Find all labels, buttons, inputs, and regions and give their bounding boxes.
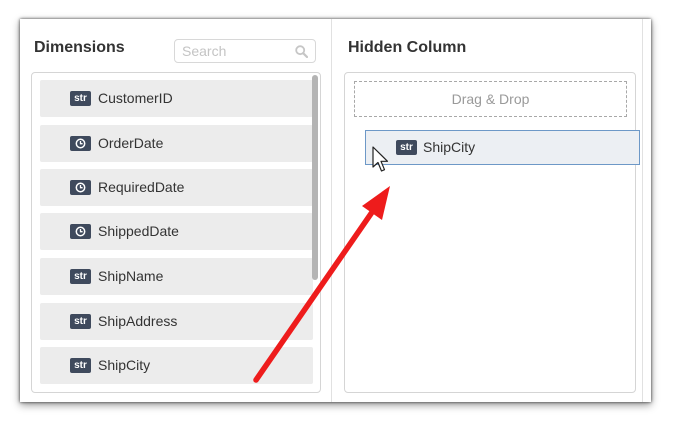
dragged-item-shipcity[interactable]: str ShipCity	[365, 130, 640, 165]
dimension-item-label: ShipCity	[98, 357, 151, 373]
designer-panel: Dimensions str CustomerID OrderDate Requ…	[20, 19, 651, 402]
dimension-item-shipaddress[interactable]: str ShipAddress	[40, 303, 313, 340]
dimension-item-label: ShipName	[98, 268, 164, 284]
dimension-item-shippeddate[interactable]: ShippedDate	[40, 213, 313, 250]
dimension-item-label: ShipAddress	[98, 313, 178, 329]
dimension-item-orderdate[interactable]: OrderDate	[40, 125, 313, 162]
drop-zone[interactable]: Drag & Drop	[354, 81, 627, 117]
string-type-icon: str	[70, 91, 91, 106]
dimension-item-shipname[interactable]: str ShipName	[40, 258, 313, 295]
clock-icon	[70, 136, 91, 151]
string-type-icon: str	[396, 140, 417, 155]
dimensions-heading: Dimensions	[34, 39, 125, 56]
dimension-item-label: CustomerID	[98, 90, 173, 106]
clock-icon	[70, 224, 91, 239]
string-type-icon: str	[70, 358, 91, 373]
string-type-icon: str	[70, 269, 91, 284]
hidden-column-box[interactable]	[344, 72, 636, 393]
dimension-item-requireddate[interactable]: RequiredDate	[40, 169, 313, 206]
drop-zone-text: Drag & Drop	[451, 91, 530, 107]
clock-icon	[70, 180, 91, 195]
pane-divider	[331, 19, 332, 402]
dimension-item-label: ShippedDate	[98, 223, 179, 239]
dimensions-list: str CustomerID OrderDate RequiredDate Sh…	[31, 72, 321, 393]
dimensions-scrollbar[interactable]	[312, 75, 318, 280]
dimension-item-label: OrderDate	[98, 135, 164, 151]
string-type-icon: str	[70, 314, 91, 329]
search-icon[interactable]	[295, 45, 308, 58]
dimension-item-label: RequiredDate	[98, 179, 185, 195]
mouse-cursor-icon	[372, 146, 389, 172]
hidden-column-heading: Hidden Column	[348, 39, 467, 56]
dimension-item-customerid[interactable]: str CustomerID	[40, 80, 313, 117]
dimension-item-shipcity[interactable]: str ShipCity	[40, 347, 313, 384]
panel-edge	[642, 19, 643, 402]
search-input[interactable]	[182, 43, 292, 59]
search-field[interactable]	[174, 39, 316, 63]
dragged-item-label: ShipCity	[423, 139, 476, 155]
